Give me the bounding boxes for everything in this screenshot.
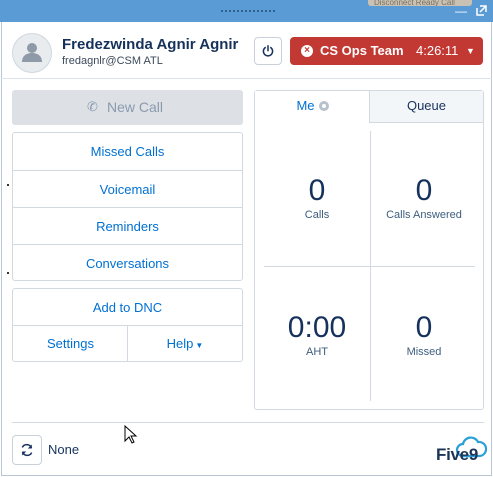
stats-panel: Me Queue 0 Calls 0 Calls Answered 0:00 A…: [254, 90, 484, 410]
header-divider: [1, 78, 492, 79]
agent-state-button[interactable]: × CS Ops Team 4:26:11 ▼: [290, 37, 483, 65]
agent-state-label: CS Ops Team: [320, 43, 404, 58]
mouse-cursor-icon: [124, 425, 138, 444]
five9-logo: Five9: [434, 436, 487, 466]
refresh-button[interactable]: [12, 435, 42, 465]
main-menu-group: Missed Calls Voicemail Reminders Convers…: [12, 132, 243, 281]
logo-text: Five9: [436, 445, 478, 464]
missed-calls-button[interactable]: Missed Calls: [13, 133, 242, 170]
secondary-menu-group: Add to DNC Settings Help ▼: [12, 288, 243, 362]
agent-station: fredagnlr@CSM ATL: [62, 55, 163, 67]
add-to-dnc-button[interactable]: Add to DNC: [13, 289, 242, 326]
agent-state-timer: 4:26:11: [416, 43, 459, 58]
help-button[interactable]: Help ▼: [128, 325, 242, 362]
new-call-button[interactable]: ✆ New Call: [12, 90, 243, 125]
window-titlebar[interactable]: Disconnect Ready Call —: [0, 0, 493, 22]
voicemail-button[interactable]: Voicemail: [13, 170, 242, 207]
logout-button[interactable]: [254, 37, 282, 65]
tab-me-label: Me: [296, 98, 315, 113]
chevron-down-icon: ▼: [466, 46, 475, 56]
tab-queue[interactable]: Queue: [369, 91, 483, 123]
agent-name: Fredezwinda Agnir Agnir: [62, 36, 239, 53]
footer-divider: [12, 422, 484, 423]
minimize-icon[interactable]: —: [455, 5, 467, 17]
stat-missed: 0 Missed: [367, 311, 481, 359]
refresh-icon: [21, 443, 33, 457]
caret-down-icon: ▼: [195, 341, 204, 350]
stat-aht: 0:00 AHT: [260, 311, 374, 359]
reminders-button[interactable]: Reminders: [13, 207, 242, 244]
edge-mark: [7, 184, 9, 186]
help-label: Help: [166, 336, 194, 351]
stat-answered-label: Calls Answered: [386, 209, 462, 221]
stat-answered: 0 Calls Answered: [367, 174, 481, 222]
phone-icon: ✆: [87, 99, 98, 114]
stat-missed-value: 0: [415, 311, 433, 344]
not-ready-icon: ×: [301, 45, 313, 57]
campaign-label: None: [48, 442, 80, 457]
stat-aht-value: 0:00: [287, 311, 347, 344]
new-call-label: New Call: [107, 99, 164, 115]
user-avatar-icon: [12, 33, 52, 73]
tab-me[interactable]: Me: [255, 91, 370, 123]
conversations-button[interactable]: Conversations: [13, 244, 242, 281]
power-icon: [262, 45, 274, 57]
drag-handle[interactable]: [220, 9, 276, 13]
stat-calls-label: Calls: [304, 209, 330, 221]
stat-missed-label: Missed: [406, 346, 442, 358]
stat-calls-value: 0: [308, 174, 326, 207]
stats-divider-horizontal: [264, 266, 475, 267]
stat-calls: 0 Calls: [260, 174, 374, 222]
edge-mark: [7, 272, 9, 274]
settings-button[interactable]: Settings: [13, 325, 128, 362]
stat-aht-label: AHT: [306, 346, 328, 358]
settings-label: Settings: [47, 336, 94, 351]
popout-icon[interactable]: [475, 5, 487, 17]
gear-icon[interactable]: [318, 101, 329, 111]
stat-answered-value: 0: [415, 174, 433, 207]
